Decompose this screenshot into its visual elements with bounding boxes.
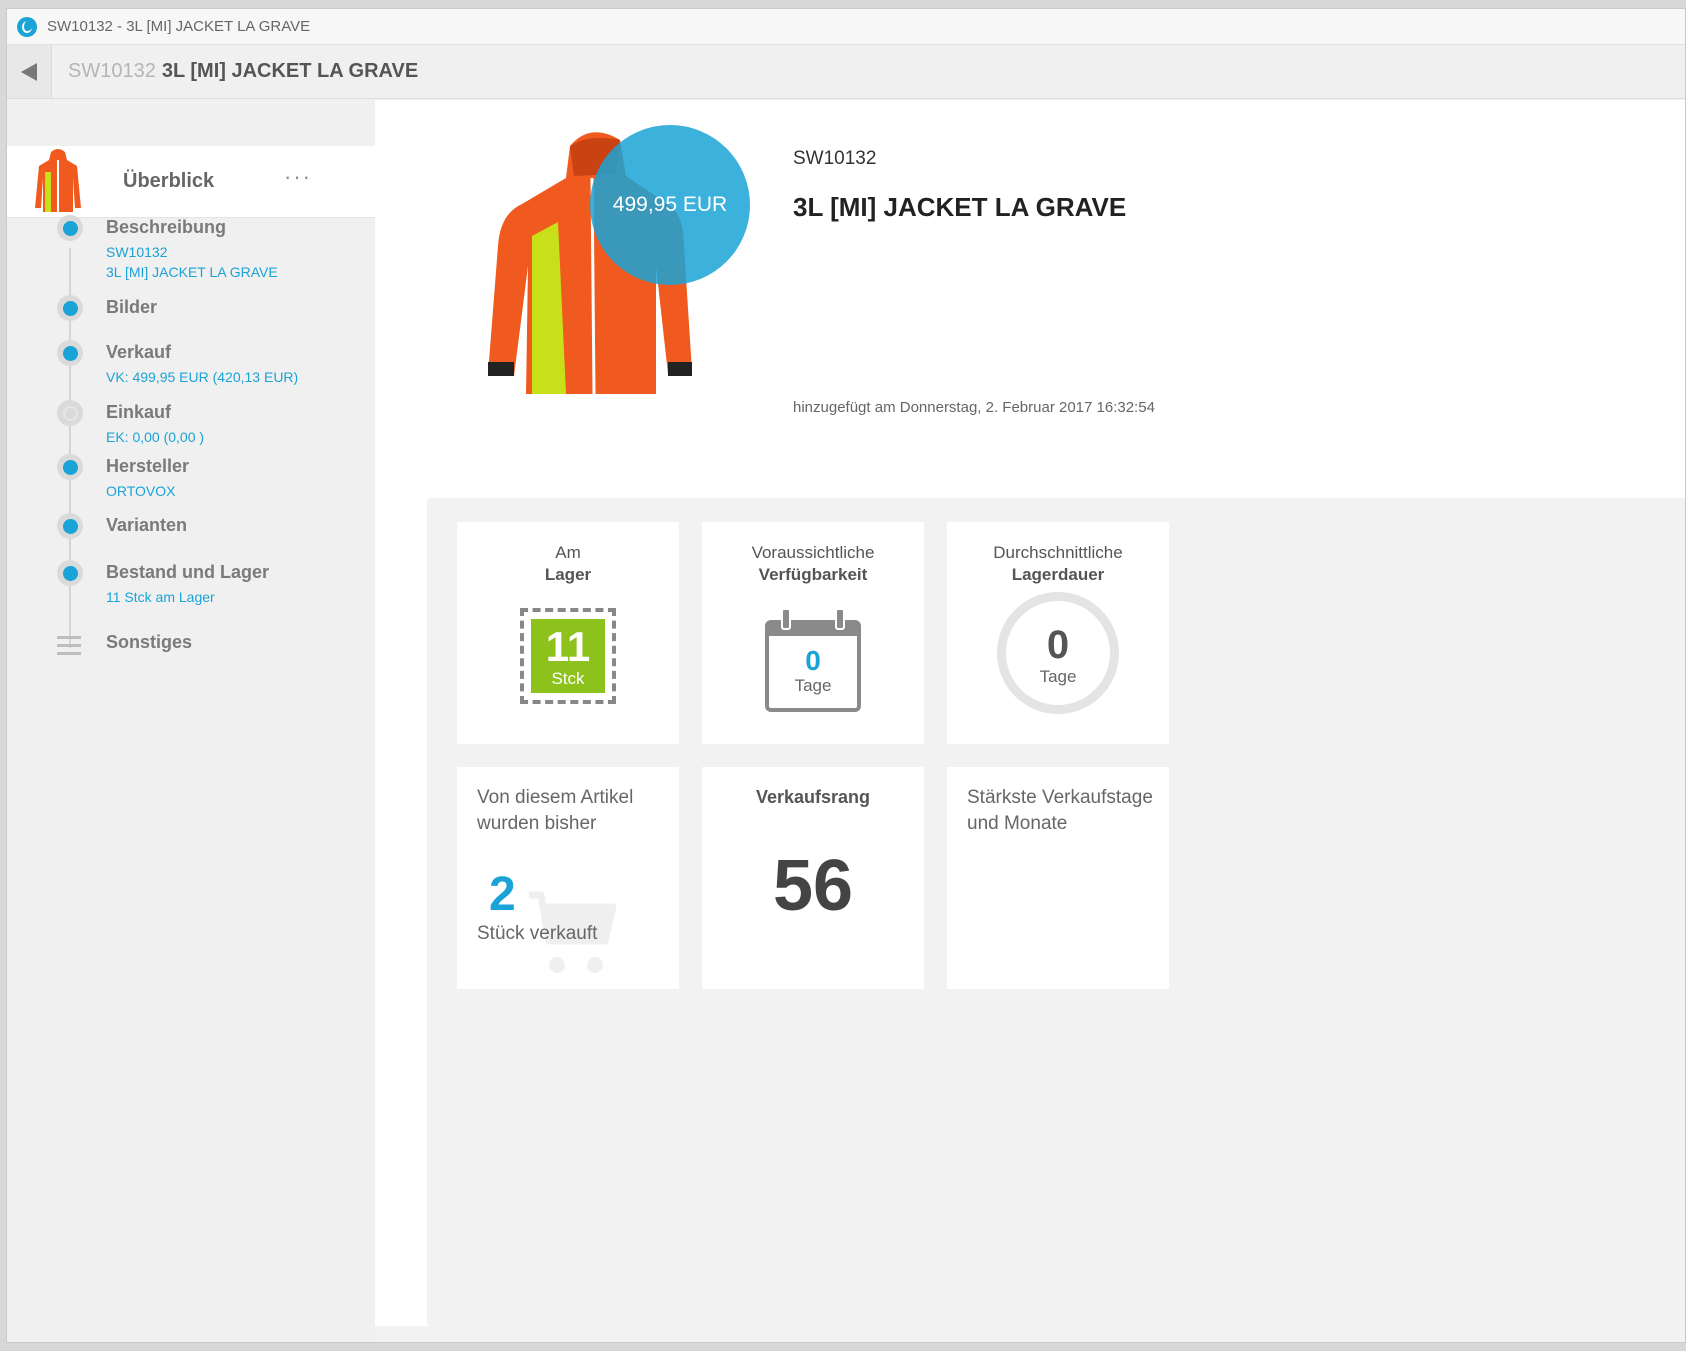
app-logo-icon bbox=[17, 16, 37, 37]
storage-value: 0 bbox=[1046, 623, 1070, 667]
sold-value: 2 bbox=[489, 868, 516, 921]
tile-heading: Durchschnittliche bbox=[993, 543, 1123, 562]
app-window: SW10132 - 3L [MI] JACKET LA GRAVE SW1013… bbox=[6, 8, 1686, 1343]
stock-icon: 11 Stck bbox=[520, 608, 616, 704]
more-options-icon[interactable]: ··· bbox=[284, 166, 312, 188]
sold-unit: Stück verkauft bbox=[477, 923, 598, 944]
tile-heading: Voraussichtliche bbox=[751, 543, 875, 562]
price-badge: 499,95 EUR bbox=[590, 125, 750, 285]
sidebar-item-overview[interactable]: Überblick ··· bbox=[7, 146, 375, 218]
storage-unit: Tage bbox=[1039, 667, 1077, 686]
sidebar-item-detail: SW10132 bbox=[106, 244, 168, 260]
product-added-date: hinzugefügt am Donnerstag, 2. Februar 20… bbox=[793, 399, 1155, 416]
header-article-name: 3L [MI] JACKET LA GRAVE bbox=[161, 60, 419, 82]
sidebar-item-label: Bestand und Lager bbox=[106, 562, 270, 582]
availability-value: 0 bbox=[805, 645, 821, 676]
sidebar-item-detail: EK: 0,00 (0,00 ) bbox=[106, 429, 205, 445]
sidebar-item-detail: VK: 499,95 EUR (420,13 EUR) bbox=[106, 369, 299, 385]
status-dot-icon bbox=[57, 513, 83, 539]
tile-heading: Stärkste Verkaufstage und Monate bbox=[967, 787, 1153, 834]
status-dot-icon bbox=[57, 295, 83, 321]
tile-storage-duration: Durchschnittliche Lagerdauer 0 Tage bbox=[947, 522, 1169, 744]
sidebar-overview-label: Überblick bbox=[123, 170, 215, 192]
sidebar-item-label: Einkauf bbox=[106, 402, 172, 422]
product-name: 3L [MI] JACKET LA GRAVE bbox=[793, 192, 1127, 222]
back-button[interactable] bbox=[7, 45, 52, 98]
status-dot-icon bbox=[57, 454, 83, 480]
sidebar-item-label: Hersteller bbox=[106, 456, 190, 476]
status-dot-icon bbox=[57, 560, 83, 586]
tile-heading: Verkaufsrang bbox=[755, 787, 871, 807]
statistics-dashboard: Am Lager 11 Stck Voraussichtliche Verfügba… bbox=[427, 498, 1685, 1326]
back-arrow-icon bbox=[21, 62, 37, 81]
availability-unit: Tage bbox=[794, 676, 832, 695]
tile-heading-bold: Lagerdauer bbox=[1011, 565, 1105, 584]
tile-heading: Am bbox=[555, 543, 581, 562]
tile-heading-bold: Lager bbox=[544, 565, 592, 584]
tile-best-sales-days: Stärkste Verkaufstage und Monate bbox=[947, 767, 1169, 989]
stock-value: 11 bbox=[545, 623, 591, 670]
sidebar-item-detail: ORTOVOX bbox=[106, 483, 176, 499]
stock-unit: Stck bbox=[551, 669, 585, 688]
tile-heading: Von diesem Artikel wurden bisher bbox=[477, 787, 634, 834]
product-thumbnail bbox=[33, 148, 83, 216]
rank-value: 56 bbox=[772, 846, 854, 926]
window-titlebar: SW10132 - 3L [MI] JACKET LA GRAVE bbox=[7, 9, 1685, 45]
tile-stock: Am Lager 11 Stck bbox=[457, 522, 679, 744]
sidebar-item-label: Beschreibung bbox=[106, 217, 227, 237]
tile-sales-rank: Verkaufsrang 56 bbox=[702, 767, 924, 989]
tile-units-sold: Von diesem Artikel wurden bisher 2 Stück… bbox=[457, 767, 679, 989]
sidebar-item-detail: 11 Stck am Lager bbox=[106, 589, 215, 605]
sidebar-item-label: Bilder bbox=[106, 297, 158, 317]
window-title: SW10132 - 3L [MI] JACKET LA GRAVE bbox=[47, 18, 311, 35]
detail-header: SW10132 3L [MI] JACKET LA GRAVE bbox=[7, 45, 1685, 99]
sidebar-item-label: Sonstiges bbox=[106, 632, 193, 652]
ring-gauge-icon: 0 Tage bbox=[997, 592, 1119, 714]
status-dot-icon bbox=[57, 340, 83, 366]
tile-availability: Voraussichtliche Verfügbarkeit 0 Tage bbox=[702, 522, 924, 744]
sidebar-item-detail: 3L [MI] JACKET LA GRAVE bbox=[106, 264, 278, 280]
sidebar-item-label: Varianten bbox=[106, 515, 188, 535]
status-dot-icon bbox=[57, 400, 83, 426]
main-content: 499,95 EUR SW10132 3L [MI] JACKET LA GRA… bbox=[375, 100, 1685, 1326]
sidebar-item-label: Verkauf bbox=[106, 342, 172, 362]
status-dot-icon bbox=[57, 215, 83, 241]
product-number: SW10132 bbox=[793, 148, 877, 169]
sidebar: Überblick ··· Beschreibung SW10132 3L [M… bbox=[7, 100, 375, 1342]
menu-lines-icon bbox=[57, 636, 81, 656]
calendar-icon: 0 Tage bbox=[765, 608, 861, 712]
header-article-number: SW10132 bbox=[68, 60, 156, 82]
tile-heading-bold: Verfügbarkeit bbox=[758, 565, 868, 584]
